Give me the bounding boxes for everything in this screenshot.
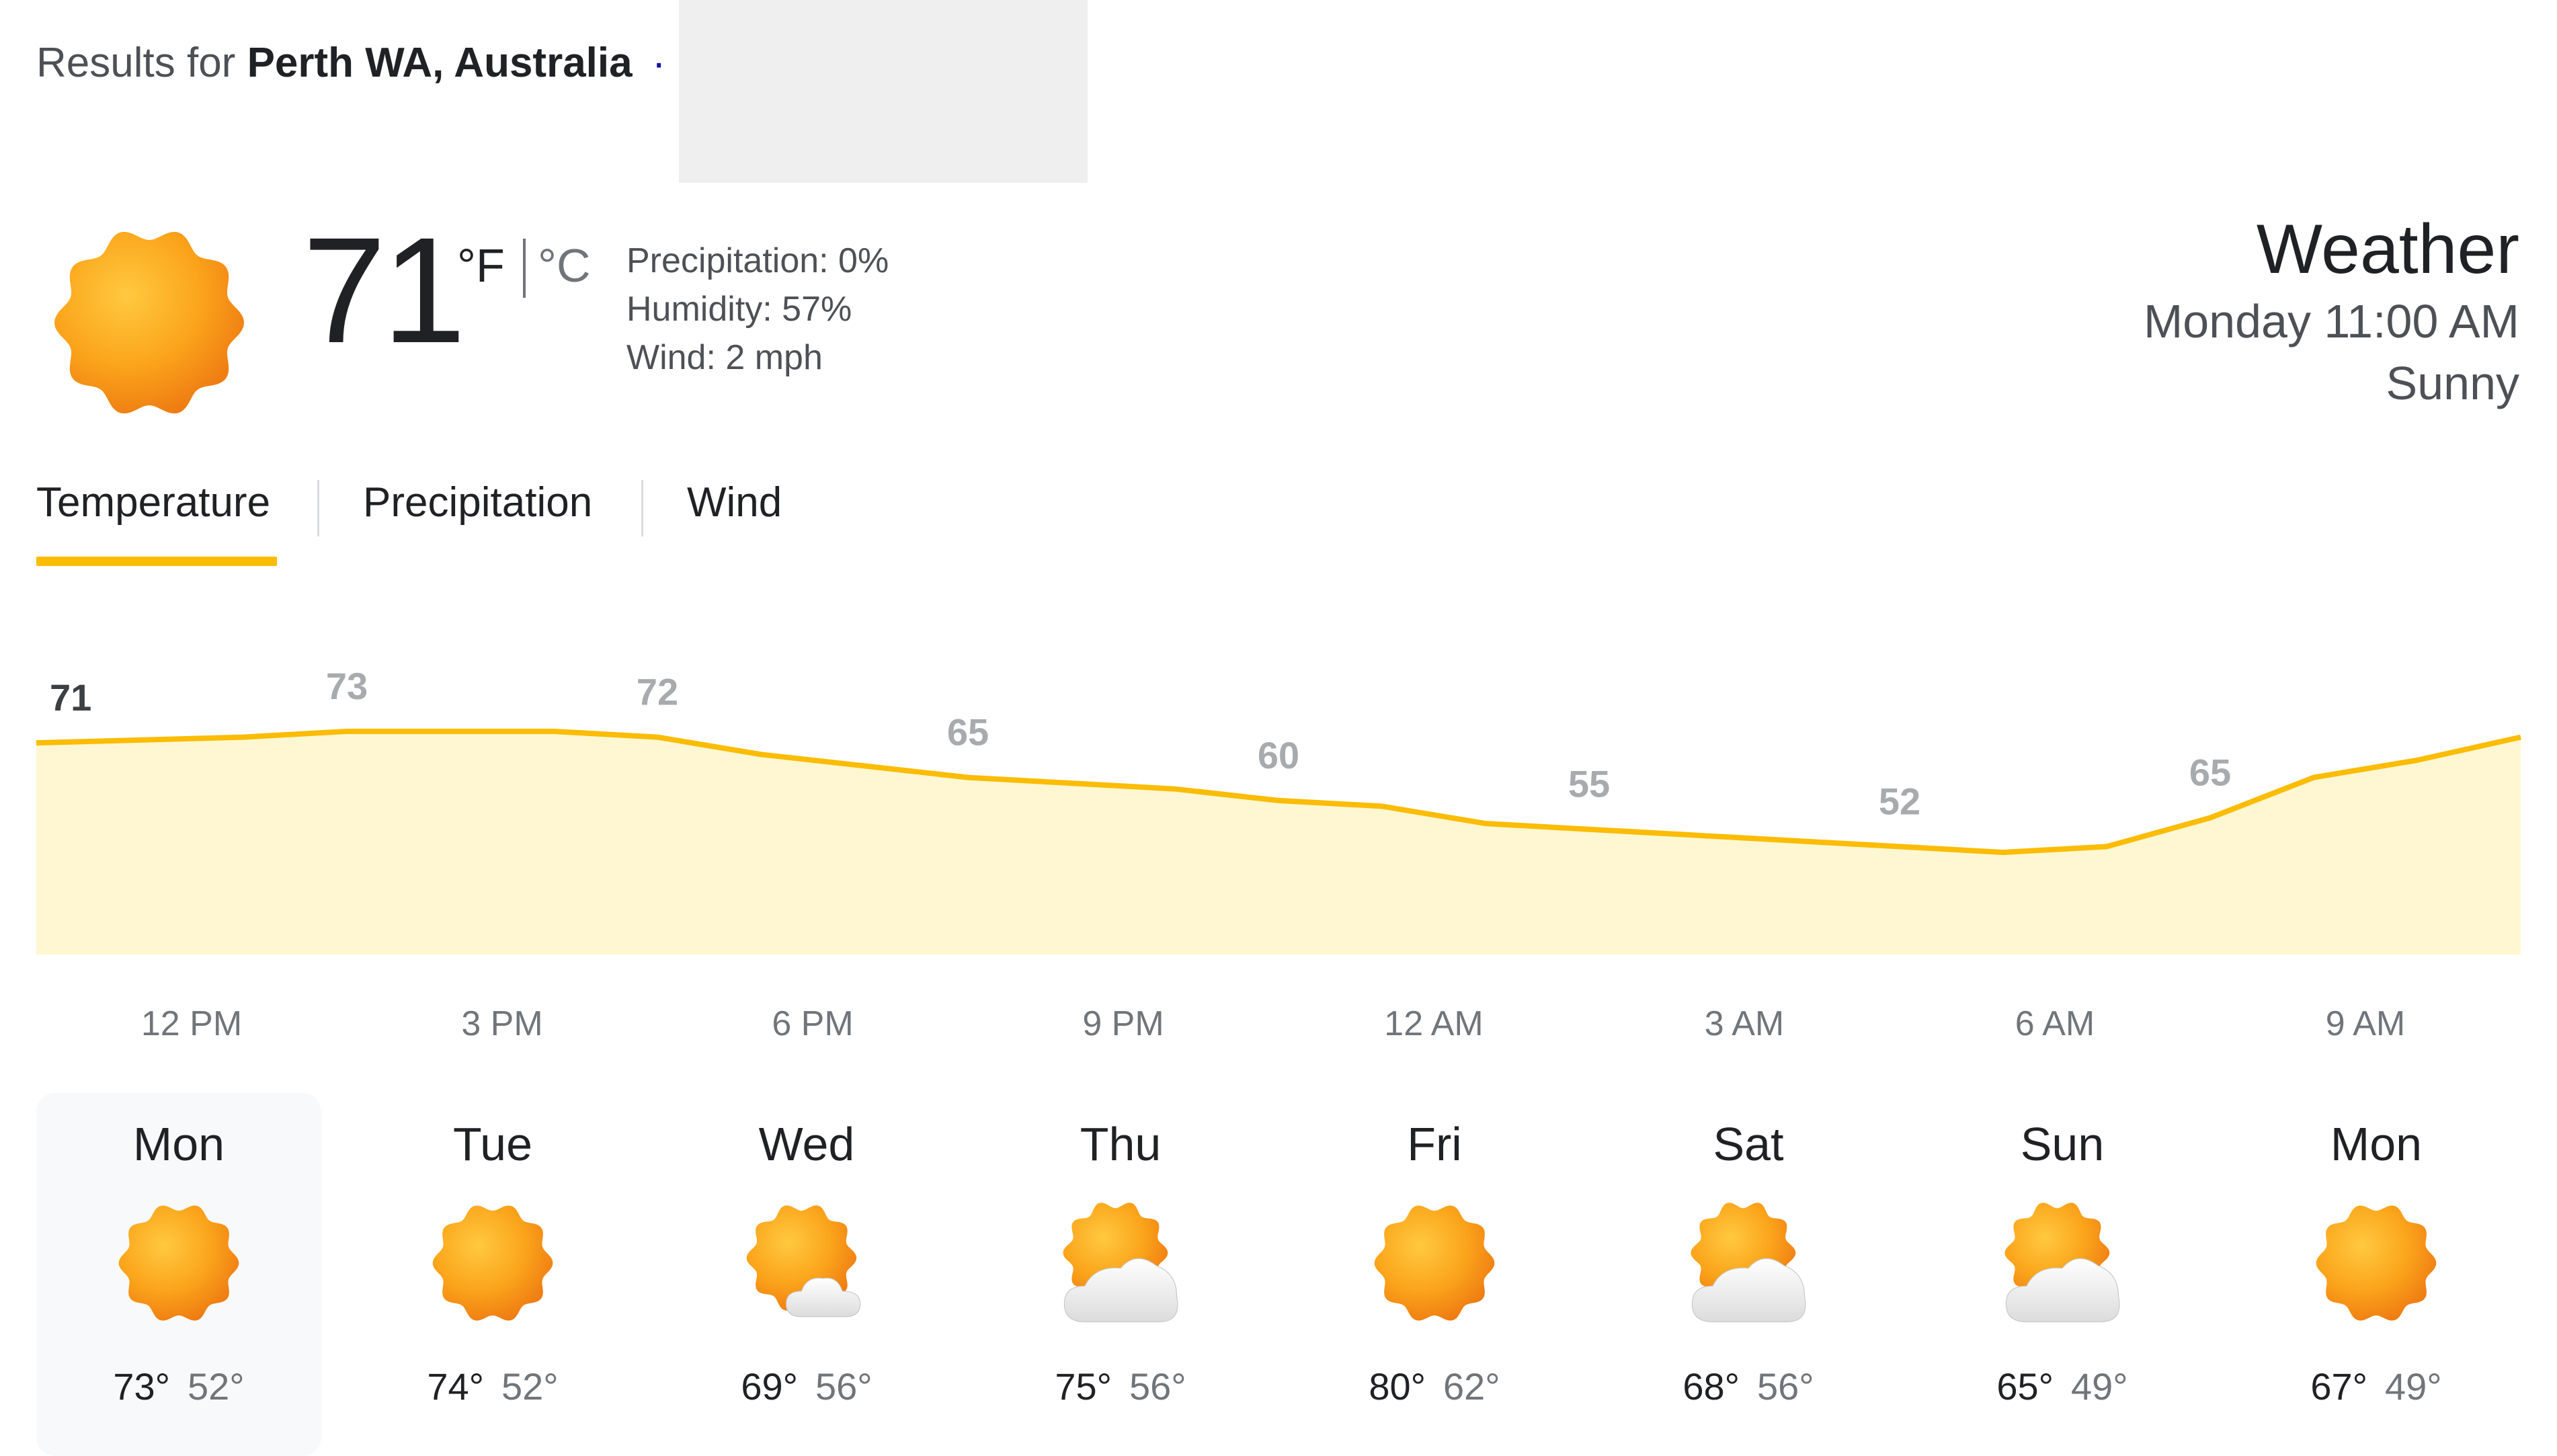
day-low: 56°	[1129, 1365, 1186, 1408]
forecast-day[interactable]: Tue 74° 52°	[350, 1093, 635, 1456]
chart-tick-label: 3 PM	[461, 1004, 542, 1043]
day-low: 52°	[188, 1365, 245, 1408]
day-temperatures: 69° 56°	[664, 1365, 949, 1408]
weather-condition: Sunny	[2386, 356, 2519, 409]
daily-forecast: Mon 73° 52° Tue 74° 52° Wed 69° 56° Thu 75° 56° Fri 8…	[36, 1093, 2523, 1456]
day-name: Thu	[1080, 1118, 1162, 1170]
day-name: Sat	[1713, 1118, 1784, 1170]
day-high: 74°	[427, 1365, 484, 1408]
forecast-day[interactable]: Sat 68° 56°	[1606, 1093, 1891, 1456]
sun-icon	[1371, 1199, 1498, 1327]
mostly-sunny-icon	[743, 1199, 870, 1327]
day-high: 67°	[2310, 1365, 2367, 1408]
partly-cloudy-icon	[1685, 1199, 1812, 1327]
chart-tick-label: 6 PM	[772, 1004, 853, 1043]
day-name: Sun	[2020, 1118, 2105, 1170]
day-temperatures: 80° 62°	[1292, 1365, 1577, 1408]
partly-cloudy-icon	[1057, 1199, 1184, 1327]
precipitation-text: Precipitation: 0%	[626, 241, 889, 280]
location-name[interactable]: Perth WA, Australia	[247, 40, 633, 86]
chart-tick-label: 9 AM	[2326, 1004, 2406, 1043]
tab-divider	[317, 480, 319, 536]
chart-tick-label: 6 AM	[2015, 1004, 2095, 1043]
tab-selected-indicator	[36, 557, 277, 566]
day-high: 69°	[741, 1365, 798, 1408]
day-low: 56°	[1757, 1365, 1814, 1408]
day-temperatures: 75° 56°	[978, 1365, 1263, 1408]
chart-point-label: 60	[1258, 734, 1299, 776]
unit-fahrenheit[interactable]: °F	[457, 239, 505, 292]
day-low: 52°	[501, 1365, 559, 1408]
chart-point-label: 73	[326, 672, 368, 707]
weather-title: Weather	[2256, 210, 2519, 288]
day-name: Wed	[758, 1118, 855, 1170]
chart-point-label: 71	[50, 676, 91, 719]
sun-icon	[429, 1199, 557, 1327]
day-low: 49°	[2071, 1365, 2128, 1408]
day-high: 65°	[1996, 1365, 2054, 1408]
current-temperature: 71	[302, 206, 466, 374]
day-low: 62°	[1443, 1365, 1500, 1408]
chart-tick-label: 12 PM	[141, 1004, 242, 1043]
temperature-chart[interactable]: 71 73 72 65 60 55 52 65 12 PM 3 PM 6 PM 9 PM 12 AM 3 …	[0, 672, 2557, 1062]
chart-point-label: 55	[1568, 763, 1610, 805]
day-high: 73°	[113, 1365, 170, 1408]
tab-precipitation[interactable]: Precipitation	[363, 479, 592, 526]
forecast-day[interactable]: Sun 65° 49°	[1920, 1093, 2205, 1456]
forecast-day[interactable]: Fri 80° 62°	[1292, 1093, 1577, 1456]
day-high: 80°	[1369, 1365, 1426, 1408]
day-name: Mon	[132, 1118, 225, 1170]
sun-icon	[48, 222, 250, 423]
tab-divider	[641, 480, 643, 536]
chart-point-label: 72	[637, 672, 678, 713]
chart-point-label: 65	[2189, 752, 2231, 794]
chart-tick-label: 9 PM	[1082, 1004, 1164, 1043]
tab-temperature[interactable]: Temperature	[36, 479, 270, 526]
day-high: 75°	[1055, 1365, 1112, 1408]
unit-separator	[523, 239, 526, 298]
day-temperatures: 74° 52°	[350, 1365, 635, 1408]
sun-icon	[2312, 1199, 2440, 1327]
forecast-day[interactable]: Mon 67° 49°	[2234, 1093, 2519, 1456]
day-name: Tue	[452, 1118, 533, 1170]
forecast-day[interactable]: Thu 75° 56°	[978, 1093, 1263, 1456]
weather-time: Monday 11:00 AM	[2143, 294, 2519, 348]
separator-dot: ·	[651, 40, 666, 86]
wind-text: Wind: 2 mph	[626, 338, 823, 377]
chart-tick-label: 12 AM	[1384, 1004, 1483, 1043]
day-high: 68°	[1682, 1365, 1740, 1408]
forecast-day[interactable]: Wed 69° 56°	[664, 1093, 949, 1456]
day-name: Fri	[1407, 1118, 1462, 1170]
day-name: Mon	[2330, 1118, 2423, 1170]
day-low: 56°	[815, 1365, 872, 1408]
day-temperatures: 73° 52°	[36, 1365, 321, 1408]
results-prefix: Results for	[36, 40, 236, 86]
redacted-block	[679, 0, 1088, 183]
day-temperatures: 68° 56°	[1606, 1365, 1891, 1408]
tab-wind[interactable]: Wind	[687, 479, 782, 526]
forecast-day[interactable]: Mon 73° 52°	[36, 1093, 321, 1456]
weather-panel: Weather Monday 11:00 AM Sunny	[2144, 210, 2519, 414]
unit-celsius[interactable]: °C	[538, 239, 591, 292]
day-temperatures: 67° 49°	[2234, 1365, 2519, 1408]
sun-icon	[115, 1199, 243, 1327]
chart-point-label: 52	[1879, 780, 1920, 822]
humidity-text: Humidity: 57%	[626, 290, 852, 329]
current-details: Precipitation: 0% Humidity: 57% Wind: 2 …	[626, 237, 889, 382]
chart-tick-label: 3 AM	[1705, 1004, 1785, 1043]
day-low: 49°	[2385, 1365, 2442, 1408]
results-location-line: Results for Perth WA, Australia ·	[36, 39, 666, 87]
partly-cloudy-icon	[1998, 1199, 2126, 1327]
chart-point-label: 65	[947, 711, 989, 754]
day-temperatures: 65° 49°	[1920, 1365, 2205, 1408]
